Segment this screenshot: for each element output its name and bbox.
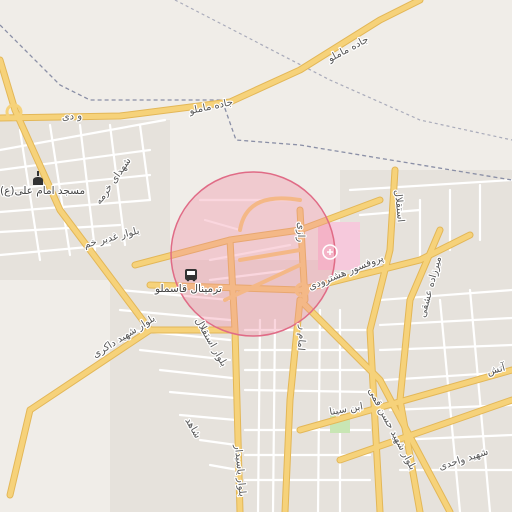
boundary-line-north: [174, 0, 512, 141]
label-terminal: ترمینال قاسملو: [154, 283, 222, 295]
map-svg: جاده ماملو جاده ماملو و دی شهدای خرمه مس…: [0, 0, 512, 512]
map-canvas[interactable]: جاده ماملو جاده ماملو و دی شهدای خرمه مس…: [0, 0, 512, 512]
label-razi: رازی: [295, 222, 306, 242]
highlight-circle[interactable]: [170, 171, 336, 337]
label-road-west: و دی: [61, 111, 82, 123]
label-mosque: مسجد امام علی(ع): [0, 185, 85, 197]
label-street-c: امام ر: [295, 324, 308, 351]
bus-icon[interactable]: [185, 269, 197, 282]
